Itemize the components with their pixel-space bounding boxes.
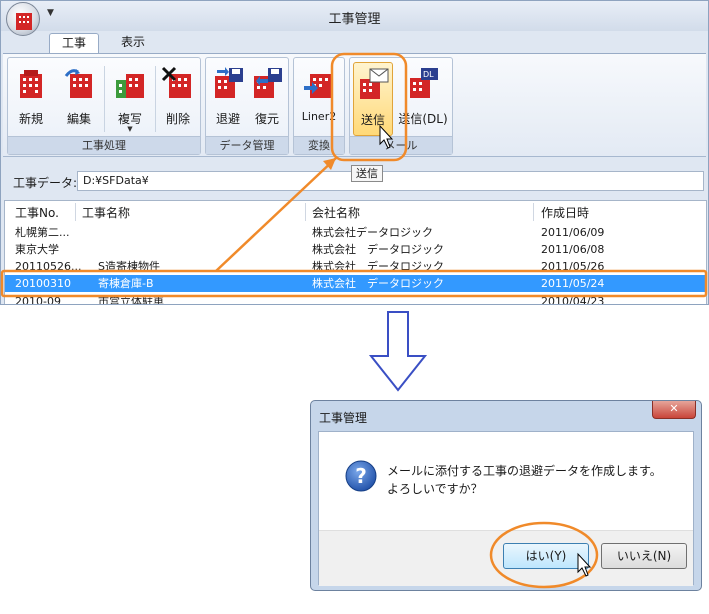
- svg-text:?: ?: [355, 464, 367, 488]
- cell-company: 株式会社 データロジック: [312, 243, 444, 256]
- building-mail-icon: [356, 67, 390, 101]
- table-row[interactable]: 20110526... S造寄棟物件 株式会社 データロジック 2011/05/…: [5, 258, 705, 275]
- dialog-body: ? メールに添付する工事の退避データを作成します。 よろしいですか？ はい(Y)…: [318, 431, 694, 586]
- send-button-label: 送信: [360, 113, 385, 127]
- column-header-company[interactable]: 会社名称: [312, 204, 360, 221]
- group-separator: [155, 66, 156, 132]
- delete-button-label: 削除: [165, 112, 190, 126]
- copy-button[interactable]: 複写 ▼: [108, 62, 152, 136]
- new-button-label: 新規: [18, 112, 43, 126]
- cell-date: 2011/05/24: [541, 277, 605, 290]
- building-delete-icon: [161, 66, 195, 100]
- column-divider[interactable]: [305, 203, 306, 221]
- group-label-kouji-shori: 工事処理: [8, 136, 200, 154]
- down-arrow-icon: [368, 311, 428, 392]
- dialog-title: 工事管理: [319, 411, 368, 425]
- data-path-field[interactable]: D:¥SFData¥: [77, 171, 704, 191]
- dialog-message-line2: よろしいですか？: [387, 482, 483, 496]
- building-copy-icon: [113, 66, 147, 100]
- cell-no: 東京大学: [15, 243, 59, 256]
- dialog-message-line1: メールに添付する工事の退避データを作成します。: [387, 464, 662, 478]
- group-label-mail: メール: [350, 136, 452, 154]
- cell-no: 札幌第二...: [15, 226, 70, 239]
- cell-name: 市営立体駐車: [98, 295, 164, 305]
- new-button[interactable]: 新規: [11, 62, 51, 136]
- column-divider[interactable]: [533, 203, 534, 221]
- building-save-icon: [211, 66, 245, 100]
- ribbon-tabs: 工事 表示: [1, 31, 708, 53]
- confirm-dialog: 工事管理 ✕ ? メールに添付する工事の退避データを作成します。 よろしいですか…: [310, 400, 702, 591]
- column-divider[interactable]: [75, 203, 76, 221]
- cell-date: 2011/06/09: [541, 226, 605, 239]
- delete-button[interactable]: 削除: [158, 62, 198, 136]
- edit-button-label: 編集: [66, 112, 91, 126]
- building-convert-icon: [302, 66, 336, 100]
- table-row[interactable]: 2010-09 市営立体駐車 2010/04/23: [5, 293, 705, 305]
- tab-kouji[interactable]: 工事: [49, 33, 100, 53]
- cell-company: 株式会社 データロジック: [312, 260, 444, 273]
- group-label-henkan: 変換: [294, 136, 344, 154]
- cell-name: 寄棟倉庫-B: [98, 277, 154, 290]
- application-button[interactable]: [6, 2, 40, 36]
- table-row-selected[interactable]: 20100310 寄棟倉庫-B 株式会社 データロジック 2011/05/24: [5, 275, 705, 292]
- job-list[interactable]: 工事No. 工事名称 会社名称 作成日時 札幌第二... 株式会社データロジック…: [4, 200, 707, 305]
- cell-no: 20110526...: [15, 260, 82, 273]
- send-tooltip: 送信: [351, 165, 383, 182]
- tab-hyouji[interactable]: 表示: [109, 33, 157, 53]
- backup-button[interactable]: 退避: [209, 62, 247, 136]
- cell-company: 株式会社 データロジック: [312, 277, 444, 290]
- group-mail: 送信 DL 送信(DL) メール: [349, 57, 453, 155]
- cell-name: S造寄棟物件: [98, 260, 160, 273]
- cell-date: 2010/04/23: [541, 295, 605, 305]
- title-bar: ▼ 工事管理: [1, 1, 708, 31]
- cell-date: 2011/06/08: [541, 243, 605, 256]
- no-button[interactable]: いいえ(N): [601, 543, 687, 569]
- send-button[interactable]: 送信: [353, 62, 393, 136]
- window-title: 工事管理: [328, 12, 381, 27]
- table-row[interactable]: 東京大学 株式会社 データロジック 2011/06/08: [5, 241, 705, 258]
- app-logo-icon: [16, 13, 32, 30]
- building-edit-icon: [62, 66, 96, 100]
- building-new-icon: [14, 66, 48, 100]
- group-henkan: Liner2 変換: [293, 57, 345, 155]
- cell-no: 20100310: [15, 277, 71, 290]
- liner2-button[interactable]: Liner2: [297, 62, 341, 136]
- close-button[interactable]: ✕: [652, 401, 696, 419]
- group-data-kanri: 退避 復元 データ管理: [205, 57, 289, 155]
- restore-button-label: 復元: [254, 112, 279, 126]
- svg-text:DL: DL: [423, 70, 434, 79]
- dialog-footer: はい(Y) いいえ(N): [319, 530, 693, 586]
- column-header-no[interactable]: 工事No.: [15, 204, 59, 221]
- copy-dropdown-icon[interactable]: ▼: [108, 125, 152, 133]
- backup-button-label: 退避: [215, 112, 240, 126]
- column-header-date[interactable]: 作成日時: [541, 204, 589, 221]
- cell-no: 2010-09: [15, 295, 61, 305]
- building-restore-icon: [250, 66, 284, 100]
- close-icon: ✕: [669, 402, 679, 415]
- building-download-icon: DL: [406, 66, 440, 100]
- group-separator: [104, 66, 105, 132]
- restore-button[interactable]: 復元: [248, 62, 286, 136]
- table-row[interactable]: 札幌第二... 株式会社データロジック 2011/06/09: [5, 224, 705, 241]
- liner2-button-label: Liner2: [301, 110, 337, 123]
- send-dl-button-label: 送信(DL): [398, 112, 448, 126]
- cell-date: 2011/05/26: [541, 260, 605, 273]
- main-window: ▼ 工事管理 工事 表示 新規 編集 複写 ▼ 削除 工事処理 退避 復元 デー…: [0, 0, 709, 305]
- group-kouji-shori: 新規 編集 複写 ▼ 削除 工事処理: [7, 57, 201, 155]
- data-path-label: 工事データ:: [13, 176, 78, 190]
- yes-button[interactable]: はい(Y): [503, 543, 589, 569]
- group-label-data-kanri: データ管理: [206, 136, 288, 154]
- edit-button[interactable]: 編集: [57, 62, 101, 136]
- column-header-name[interactable]: 工事名称: [82, 204, 130, 221]
- ribbon: 新規 編集 複写 ▼ 削除 工事処理 退避 復元 データ管理 Liner2 変換…: [3, 53, 706, 157]
- send-dl-button[interactable]: DL 送信(DL): [396, 62, 450, 136]
- cell-company: 株式会社データロジック: [312, 226, 433, 239]
- question-icon: ?: [345, 460, 377, 492]
